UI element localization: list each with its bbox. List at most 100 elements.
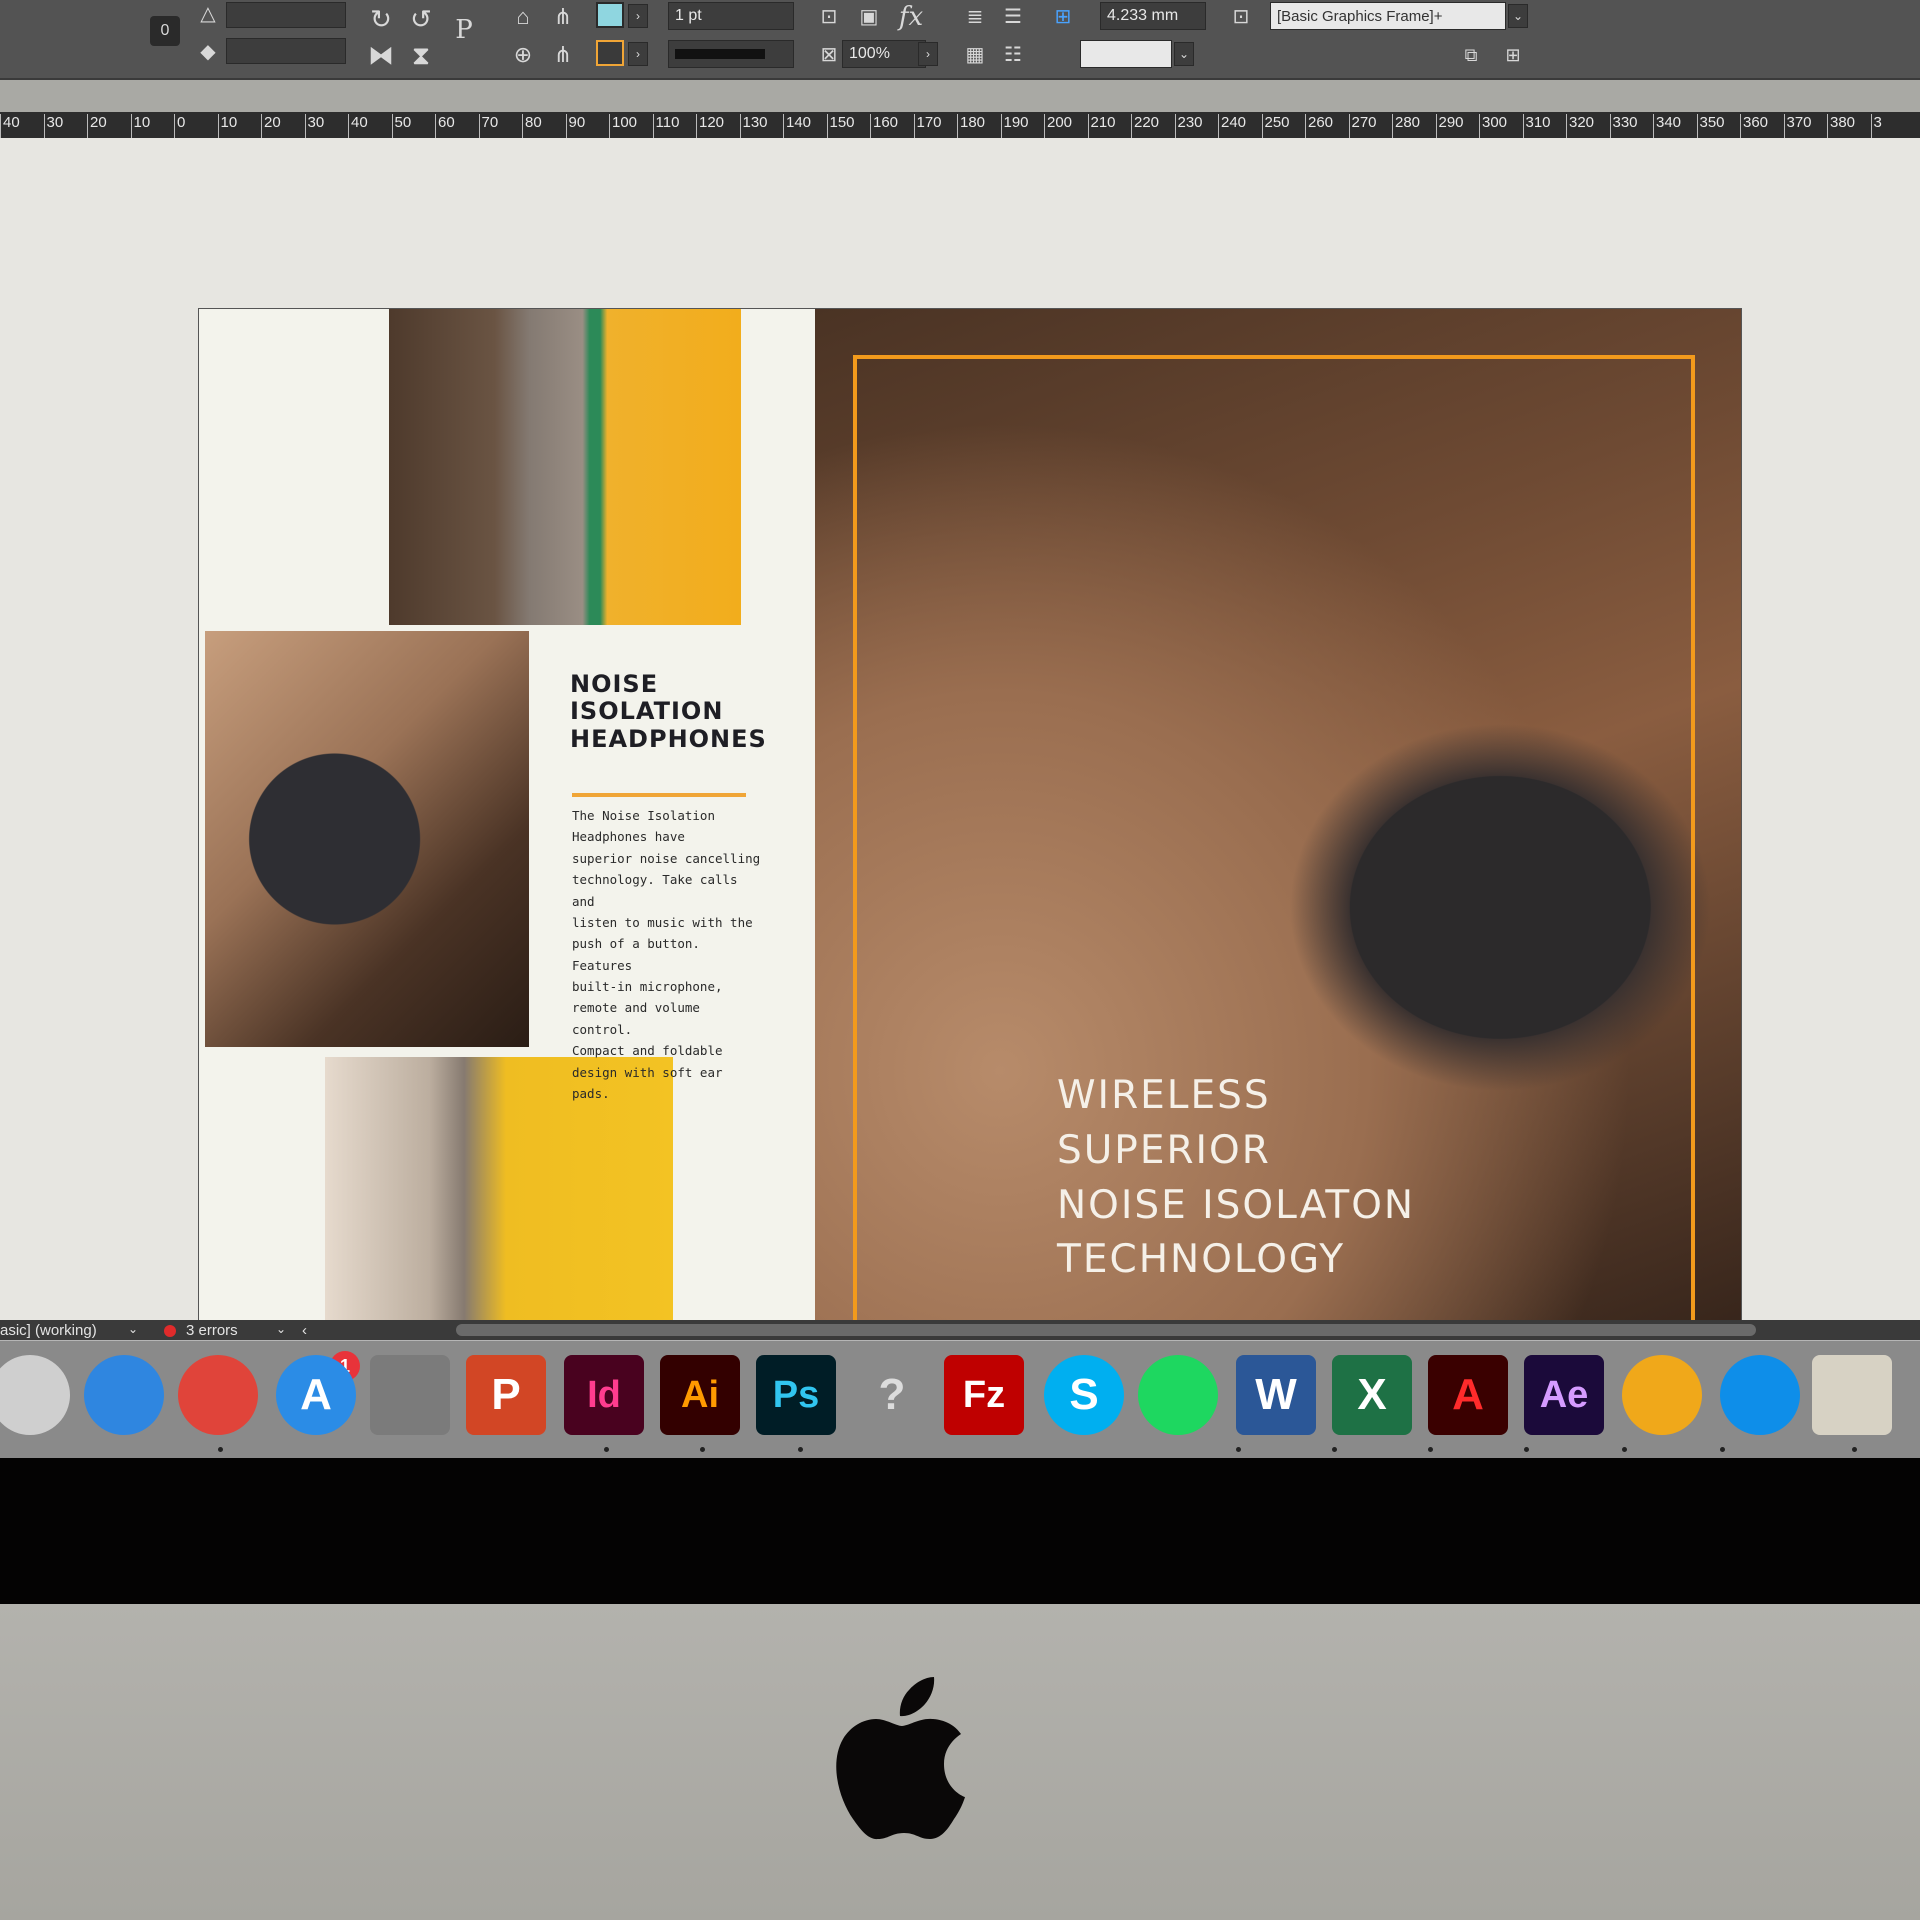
ruler-tick-label: 220 <box>1131 114 1175 138</box>
chrome-icon[interactable] <box>178 1355 258 1435</box>
rotate-cw-icon[interactable]: ↻ <box>366 4 396 34</box>
apple-logo-icon <box>836 1677 965 1840</box>
monitor-bezel <box>0 1458 1920 1604</box>
flip-horizontal-icon[interactable]: ⧓ <box>366 40 396 70</box>
drop-shadow-icon[interactable]: ▣ <box>854 2 884 32</box>
ruler-tick-label: 110 <box>652 114 697 138</box>
hero-text-line[interactable]: TECHNOLOGY <box>1057 1237 1345 1282</box>
select-next-icon[interactable]: ⋔ <box>548 40 578 70</box>
photo-headphones-closeup[interactable] <box>205 631 529 1047</box>
ruler-tick-label: 10 <box>130 114 175 138</box>
ruler-tick-label: 200 <box>1044 114 1088 138</box>
after-effects-icon[interactable]: Ae <box>1524 1355 1604 1435</box>
text-wrap-shape-icon[interactable]: ▦ <box>960 40 990 70</box>
ruler-tick-label: 20 <box>87 114 131 138</box>
system-preferences-icon[interactable] <box>370 1355 450 1435</box>
body-text-frame[interactable]: The Noise Isolation Headphones have supe… <box>572 805 762 1104</box>
word-icon[interactable]: W <box>1236 1355 1316 1435</box>
opacity-field[interactable]: 100% <box>842 40 926 68</box>
opacity-icon[interactable]: ⊠ <box>814 40 844 70</box>
app-store-icon[interactable]: A <box>276 1355 356 1435</box>
spotify-icon[interactable] <box>1138 1355 1218 1435</box>
body-line: superior noise cancelling <box>572 850 761 866</box>
clear-overrides-icon[interactable]: ⧉ <box>1456 42 1486 68</box>
stroke-color-field[interactable] <box>1080 40 1172 68</box>
hero-text-line[interactable]: WIRELESS <box>1057 1073 1271 1118</box>
safari-icon[interactable] <box>84 1355 164 1435</box>
panel-menu-icon[interactable]: ⊞ <box>1498 42 1528 68</box>
text-wrap-box-icon[interactable]: ☰ <box>998 2 1028 32</box>
auto-fit-icon[interactable]: ⊞ <box>1048 2 1078 32</box>
launchpad-icon[interactable] <box>0 1355 70 1435</box>
ruler-tick-label: 60 <box>435 114 479 138</box>
object-style-chevron[interactable]: ⌄ <box>1508 4 1528 28</box>
ruler-tick-label: 140 <box>783 114 827 138</box>
illustrator-icon[interactable]: Ai <box>660 1355 740 1435</box>
photoshop-icon[interactable]: Ps <box>756 1355 836 1435</box>
scroll-left-icon[interactable]: ‹ <box>302 1322 307 1339</box>
skype-icon[interactable]: S <box>1044 1355 1124 1435</box>
phone-app-icon[interactable] <box>1622 1355 1702 1435</box>
body-line: technology. Take calls and <box>572 872 738 909</box>
preflight-errors[interactable]: 3 errors <box>186 1322 238 1339</box>
ruler-tick-label: 260 <box>1305 114 1349 138</box>
opacity-chevron[interactable]: › <box>918 42 938 66</box>
ruler-tick-label: 340 <box>1653 114 1697 138</box>
ruler-tick-label: 40 <box>0 114 44 138</box>
heading-line: NOISE <box>570 670 659 698</box>
object-style-field[interactable]: [Basic Graphics Frame]+ <box>1270 2 1506 30</box>
stroke-dropdown-chevron[interactable]: › <box>628 42 648 66</box>
filezilla-icon[interactable]: Fz <box>944 1355 1024 1435</box>
hero-text-line[interactable]: NOISE ISOLATON <box>1057 1183 1415 1228</box>
stroke-weight-field[interactable]: 1 pt <box>668 2 794 30</box>
reference-point-toggle[interactable]: 0 <box>150 16 180 46</box>
running-indicator <box>700 1447 705 1452</box>
preflight-profile[interactable]: asic] (working) <box>0 1322 97 1339</box>
photo-woman-phone[interactable] <box>389 309 741 625</box>
stroke-color-chevron[interactable]: ⌄ <box>1174 42 1194 66</box>
powerpoint-icon[interactable]: P <box>466 1355 546 1435</box>
stroke-icon[interactable]: △ <box>196 2 220 26</box>
flip-vertical-icon[interactable]: ⧗ <box>406 40 436 70</box>
ruler-tick-label: 370 <box>1783 114 1828 138</box>
indesign-icon[interactable]: Id <box>564 1355 644 1435</box>
ruler-tick-label: 210 <box>1087 114 1132 138</box>
body-line: listen to music with the <box>572 914 753 930</box>
fill-dropdown-chevron[interactable]: › <box>628 4 648 28</box>
shear-field[interactable] <box>226 2 346 28</box>
errors-chevron-icon[interactable]: ⌄ <box>276 1322 286 1336</box>
effects-icon[interactable]: fx <box>896 2 926 32</box>
style-icon[interactable]: ⊡ <box>1226 2 1256 32</box>
stroke-swatch[interactable] <box>596 40 624 66</box>
running-indicator <box>1720 1447 1725 1452</box>
rotate-ccw-icon[interactable]: ↺ <box>406 4 436 34</box>
dimension-field[interactable]: 4.233 mm <box>1100 2 1206 30</box>
text-wrap-jump-icon[interactable]: ☷ <box>998 40 1028 70</box>
fill-swatch[interactable] <box>596 2 624 28</box>
preview-icon[interactable] <box>1812 1355 1892 1435</box>
acrobat-icon[interactable]: A <box>1428 1355 1508 1435</box>
stroke-type-field[interactable] <box>668 40 794 68</box>
ruler-tick-label: 190 <box>1000 114 1045 138</box>
teamviewer-icon[interactable] <box>1720 1355 1800 1435</box>
ruler-tick-label: 240 <box>1218 114 1262 138</box>
rotate-field[interactable] <box>226 38 346 64</box>
excel-icon[interactable]: X <box>1332 1355 1412 1435</box>
ruler-ticks: 40 30 20 10 0 10 20 30 40 50 60 70 80 90 100 110 120 130 1… <box>0 114 1914 138</box>
profile-chevron-icon[interactable]: ⌄ <box>128 1322 138 1336</box>
unknown-app-icon[interactable]: ? <box>852 1355 932 1435</box>
ruler-tick-label: 230 <box>1174 114 1219 138</box>
select-previous-icon[interactable]: ⊕ <box>508 40 538 70</box>
product-heading[interactable]: NOISE ISOLATION HEADPHONES <box>570 670 810 753</box>
horizontal-scrollbar[interactable] <box>456 1324 1756 1336</box>
select-content-icon[interactable]: ⋔ <box>548 2 578 32</box>
paragraph-style-icon[interactable]: P <box>446 12 482 48</box>
hero-text-line[interactable]: SUPERIOR <box>1057 1128 1271 1173</box>
fill-icon[interactable]: ◆ <box>196 40 220 64</box>
ruler-tick-label: 0 <box>174 114 218 138</box>
frame-fitting-icon[interactable]: ⊡ <box>814 2 844 32</box>
text-wrap-none-icon[interactable]: ≣ <box>960 2 990 32</box>
select-container-icon[interactable]: ⌂ <box>508 2 538 32</box>
running-indicator <box>1524 1447 1529 1452</box>
ruler-tick-label: 30 <box>304 114 349 138</box>
